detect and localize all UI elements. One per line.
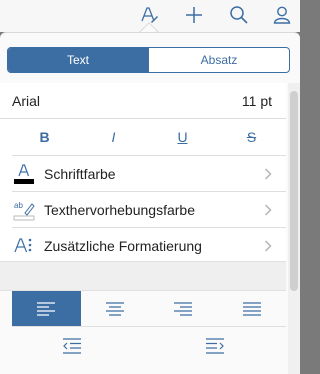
align-center-icon (105, 301, 124, 316)
section-divider (0, 261, 286, 291)
align-right-button[interactable] (149, 291, 218, 326)
more-formatting-icon (12, 234, 36, 258)
align-right-icon (174, 301, 193, 316)
plus-icon[interactable] (180, 2, 208, 28)
more-formatting-label: Zusätzliche Formatierung (44, 238, 202, 254)
tab-text[interactable]: Text (8, 48, 148, 72)
font-color-row[interactable]: Schriftfarbe (0, 156, 286, 192)
font-color-icon (12, 162, 36, 186)
align-justify-icon (242, 301, 261, 316)
decrease-indent-icon (62, 338, 81, 354)
chevron-right-icon (264, 168, 272, 180)
font-color-label: Schriftfarbe (44, 166, 116, 182)
font-row[interactable]: Arial 11 pt (0, 83, 286, 119)
chevron-right-icon (264, 240, 272, 252)
user-icon[interactable] (268, 2, 296, 28)
font-style-row: B I U S (0, 119, 286, 155)
search-icon[interactable] (225, 2, 253, 28)
more-formatting-row[interactable]: Zusätzliche Formatierung (0, 228, 286, 264)
alignment-row (12, 291, 286, 327)
italic-button[interactable]: I (79, 129, 148, 145)
align-justify-button[interactable] (218, 291, 287, 326)
align-left-icon (37, 301, 56, 316)
chevron-right-icon (264, 204, 272, 216)
underline-button[interactable]: U (148, 129, 217, 145)
align-center-button[interactable] (81, 291, 150, 326)
strikethrough-button[interactable]: S (217, 129, 286, 145)
increase-indent-button[interactable] (143, 329, 286, 363)
increase-indent-icon (205, 338, 224, 354)
format-popover: Text Absatz Arial 11 pt B I U S Schriftf… (0, 32, 300, 374)
bold-button[interactable]: B (10, 129, 79, 145)
font-size: 11 pt (241, 93, 272, 109)
tab-absatz[interactable]: Absatz (148, 48, 289, 72)
decrease-indent-button[interactable] (0, 329, 143, 363)
indent-row (0, 329, 286, 363)
font-name: Arial (12, 93, 41, 109)
highlight-color-icon: ab (12, 198, 36, 222)
align-left-button[interactable] (12, 291, 81, 326)
scrollbar[interactable] (290, 91, 298, 291)
highlight-color-label: Texthervorhebungsfarbe (44, 202, 195, 218)
font-group: Arial 11 pt B I U S Schriftfarbe ab Text… (0, 83, 286, 264)
segmented-control: Text Absatz (7, 47, 290, 73)
svg-text:ab: ab (14, 201, 23, 210)
highlight-color-row[interactable]: ab Texthervorhebungsfarbe (0, 192, 286, 228)
